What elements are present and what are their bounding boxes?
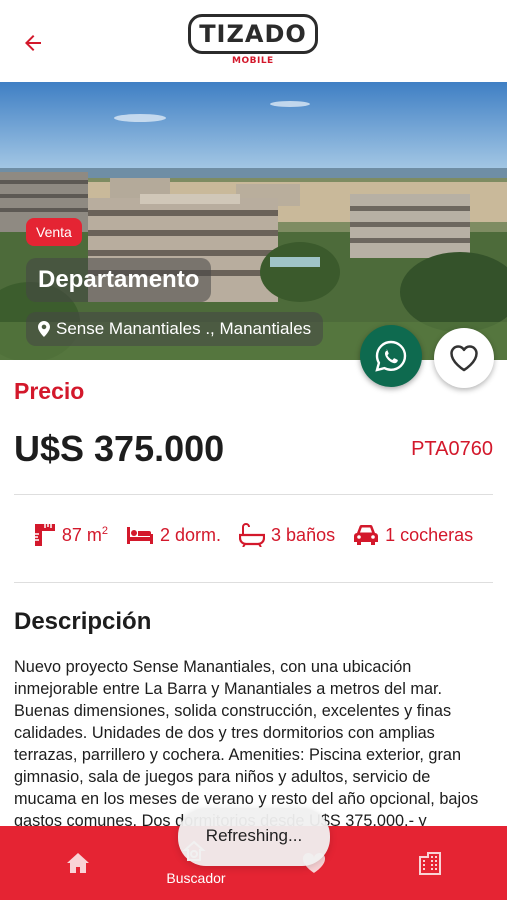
logo-text: TIZADO xyxy=(199,20,307,48)
area-unit-exponent: 2 xyxy=(101,524,108,537)
description-text: Nuevo proyecto Sense Manantiales, con un… xyxy=(14,658,479,830)
bedrooms-text: 2 dorm. xyxy=(160,524,222,545)
top-bar: TIZADO MOBILE xyxy=(0,0,507,82)
whatsapp-icon xyxy=(375,340,407,372)
car-icon xyxy=(354,525,379,545)
reference-code: PTA0760 xyxy=(411,438,493,460)
home-icon xyxy=(67,853,89,873)
feature-garages: 1 cocheras xyxy=(353,524,473,546)
nav-home[interactable] xyxy=(40,826,116,900)
feature-area: 87 m2 xyxy=(34,523,108,547)
bathtub-icon xyxy=(239,523,266,547)
area-value: 87 m xyxy=(61,524,102,545)
bed-icon xyxy=(127,527,153,544)
nav-search-label: Buscador xyxy=(166,870,226,886)
nav-properties[interactable] xyxy=(392,826,468,900)
whatsapp-button[interactable] xyxy=(360,325,422,387)
price-label: Precio xyxy=(14,378,85,404)
location-text: Sense Manantiales ., Manantiales xyxy=(56,319,312,338)
location-chip: Sense Manantiales ., Manantiales xyxy=(26,312,324,346)
garages-text: 1 cocheras xyxy=(385,524,474,545)
favorite-button[interactable] xyxy=(434,328,494,388)
divider-bottom xyxy=(14,582,493,583)
toast-text: Refreshing... xyxy=(205,826,303,845)
property-type: Departamento xyxy=(26,258,212,302)
price-value: U$S 375.000 xyxy=(14,428,225,469)
operation-badge: Venta xyxy=(26,218,82,246)
back-arrow-icon xyxy=(25,35,41,51)
logo-frame: TIZADO xyxy=(188,14,318,54)
brand-logo: TIZADO MOBILE xyxy=(188,14,320,70)
refreshing-toast: Refreshing... xyxy=(178,808,330,866)
heart-icon xyxy=(450,345,478,372)
features-row: 87 m2 2 dorm. 3 baños 1 cocheras xyxy=(0,515,507,555)
building-icon xyxy=(419,852,441,875)
feature-bathrooms: 3 baños xyxy=(239,523,335,547)
bathrooms-text: 3 baños xyxy=(271,524,336,545)
divider-top xyxy=(14,494,493,495)
location-pin-icon xyxy=(38,321,50,337)
logo-subtext: MOBILE xyxy=(232,56,274,66)
description-title: Descripción xyxy=(14,608,152,635)
back-button[interactable] xyxy=(18,28,48,58)
ruler-icon xyxy=(34,524,55,546)
feature-bedrooms: 2 dorm. xyxy=(126,525,221,546)
